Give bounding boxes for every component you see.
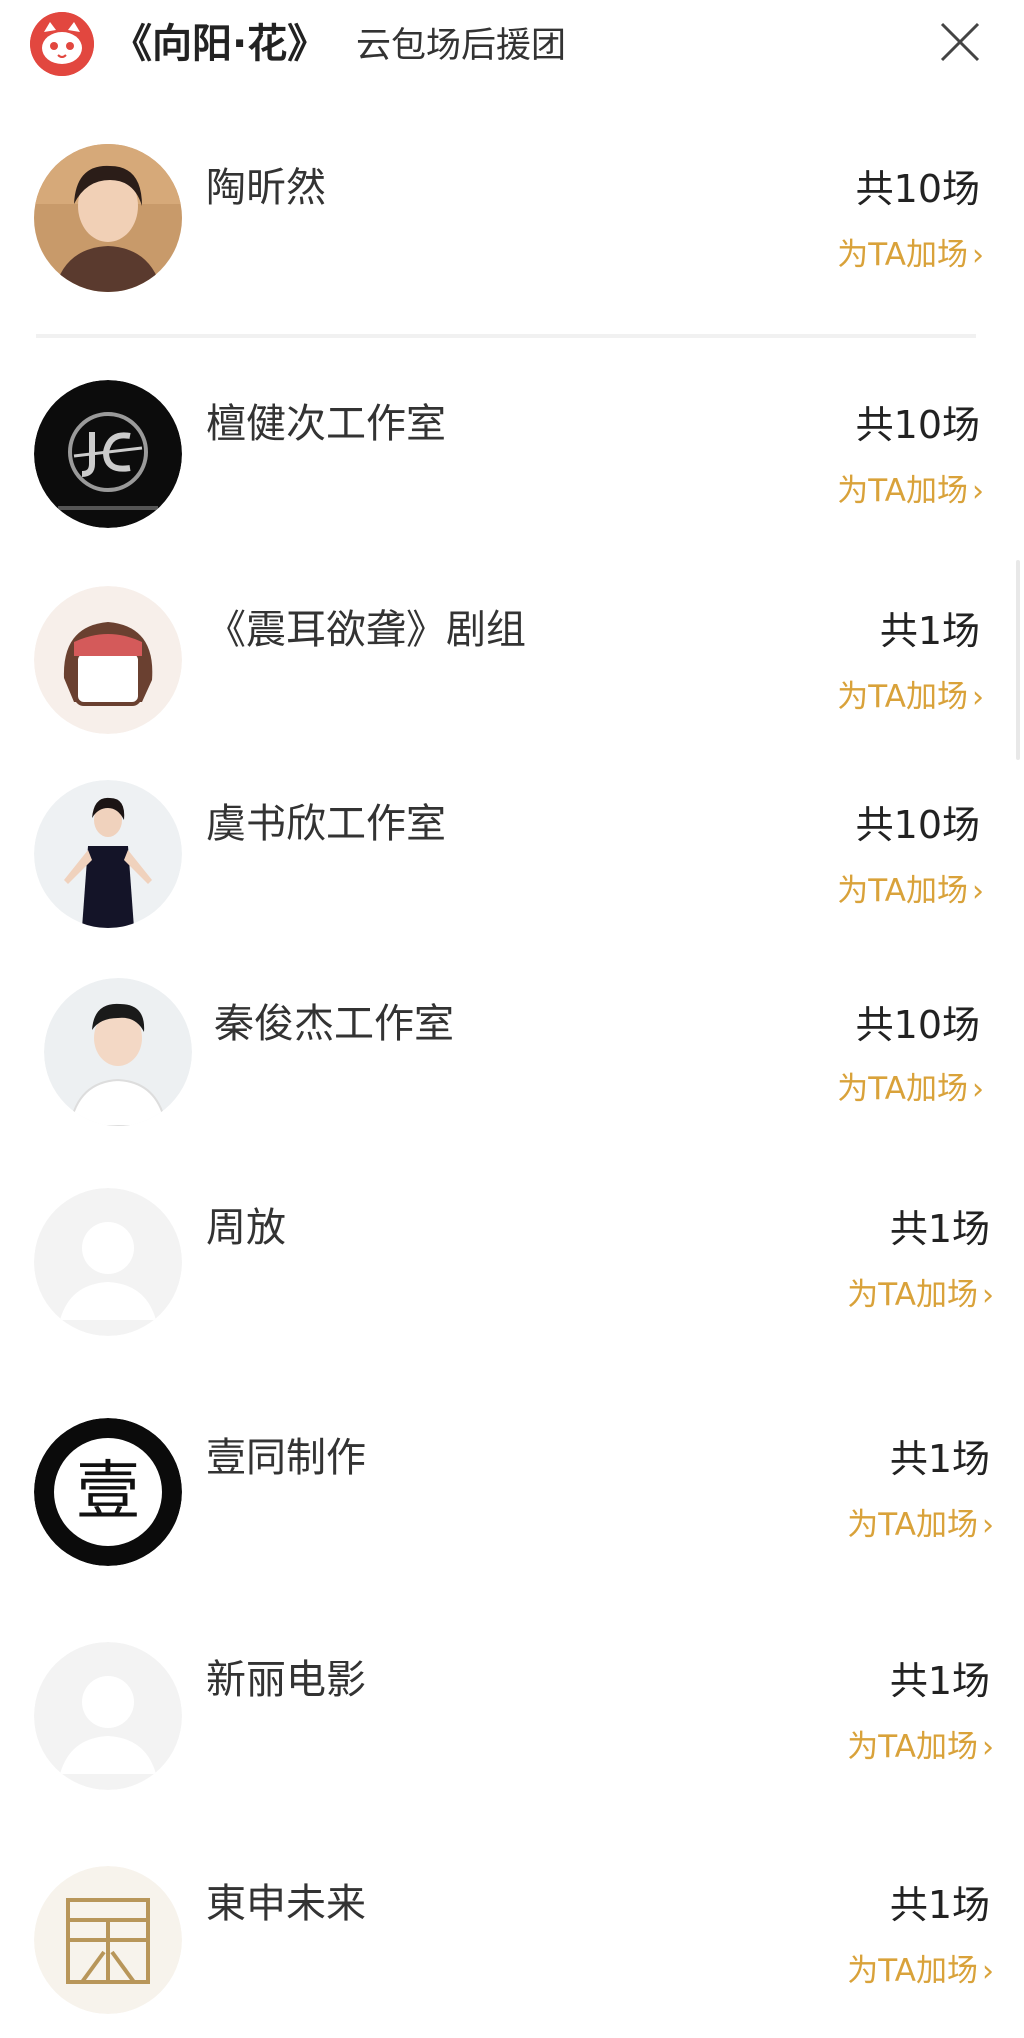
list-item[interactable]: 壹 壹同制作 共1场 为TA加场 › bbox=[0, 1410, 1024, 1590]
list-item[interactable]: 陶昕然 共10场 为TA加场 › bbox=[0, 130, 1024, 310]
session-count: 共10场 bbox=[855, 403, 980, 447]
supporter-name: 壹同制作 bbox=[206, 1435, 366, 1481]
add-session-label: 为TA加场 bbox=[847, 1277, 978, 1313]
supporter-name: 陶昕然 bbox=[206, 165, 326, 211]
session-count: 共10场 bbox=[855, 1003, 980, 1047]
list-item[interactable]: 秦俊杰工作室 共10场 为TA加场 › bbox=[0, 970, 1024, 1150]
session-count: 共1场 bbox=[889, 1207, 990, 1251]
default-avatar-icon bbox=[34, 1642, 182, 1790]
session-count: 共1场 bbox=[889, 1659, 990, 1703]
add-session-label: 为TA加场 bbox=[847, 1729, 978, 1765]
dongshen-logo-icon bbox=[34, 1866, 182, 2014]
session-count: 共1场 bbox=[879, 609, 980, 653]
session-count: 共10场 bbox=[855, 167, 980, 211]
list-item[interactable]: 《震耳欲聋》剧组 共1场 为TA加场 › bbox=[0, 572, 1024, 752]
chevron-right-icon: › bbox=[982, 1278, 994, 1313]
supporter-name: 周放 bbox=[206, 1205, 286, 1251]
chevron-right-icon: › bbox=[972, 1072, 984, 1107]
yi-logo-char: 壹 bbox=[76, 1455, 140, 1529]
chevron-right-icon: › bbox=[972, 874, 984, 909]
list-item[interactable]: 虞书欣工作室 共10场 为TA加场 › bbox=[0, 766, 1024, 946]
add-session-label: 为TA加场 bbox=[837, 473, 968, 509]
page-title: 《向阳·花》 bbox=[112, 21, 328, 67]
add-session-link[interactable]: 为TA加场 › bbox=[837, 232, 984, 279]
avatar bbox=[34, 380, 182, 528]
chevron-right-icon: › bbox=[982, 1508, 994, 1543]
add-session-label: 为TA加场 bbox=[837, 679, 968, 715]
add-session-link[interactable]: 为TA加场 › bbox=[847, 1272, 994, 1319]
page-subtitle: 云包场后援团 bbox=[356, 26, 567, 66]
list-item[interactable]: 新丽电影 共1场 为TA加场 › bbox=[0, 1634, 1024, 1814]
list-item[interactable]: 周放 共1场 为TA加场 › bbox=[0, 1180, 1024, 1360]
chevron-right-icon: › bbox=[982, 1730, 994, 1765]
add-session-link[interactable]: 为TA加场 › bbox=[837, 868, 984, 915]
avatar bbox=[34, 144, 182, 292]
supporter-name: 東申未来 bbox=[206, 1881, 366, 1927]
supporter-name: 秦俊杰工作室 bbox=[214, 1001, 454, 1047]
chevron-right-icon: › bbox=[972, 474, 984, 509]
avatar: 壹 bbox=[34, 1418, 182, 1566]
supporter-name: 虞书欣工作室 bbox=[206, 801, 446, 847]
avatar bbox=[34, 780, 182, 928]
cat-logo-icon bbox=[30, 12, 94, 76]
add-session-label: 为TA加场 bbox=[837, 873, 968, 909]
header-bar: 《向阳·花》 云包场后援团 bbox=[0, 0, 1024, 96]
add-session-link[interactable]: 为TA加场 › bbox=[847, 1502, 994, 1549]
chevron-right-icon: › bbox=[972, 238, 984, 273]
add-session-link[interactable]: 为TA加场 › bbox=[837, 674, 984, 721]
add-session-label: 为TA加场 bbox=[847, 1507, 978, 1543]
chevron-right-icon: › bbox=[982, 1954, 994, 1989]
chevron-right-icon: › bbox=[972, 680, 984, 715]
default-avatar-icon bbox=[34, 1188, 182, 1336]
add-session-link[interactable]: 为TA加场 › bbox=[847, 1724, 994, 1771]
add-session-label: 为TA加场 bbox=[837, 1071, 968, 1107]
list-item[interactable]: 檀健次工作室 共10场 为TA加场 › bbox=[0, 366, 1024, 546]
section-divider bbox=[36, 334, 976, 338]
add-session-link[interactable]: 为TA加场 › bbox=[837, 468, 984, 515]
avatar bbox=[34, 586, 182, 734]
supporter-name: 《震耳欲聋》剧组 bbox=[206, 607, 526, 653]
session-count: 共1场 bbox=[889, 1883, 990, 1927]
list-item[interactable]: 東申未来 共1场 为TA加场 › bbox=[0, 1858, 1024, 2038]
close-icon[interactable] bbox=[932, 14, 988, 70]
avatar bbox=[44, 978, 192, 1126]
add-session-link[interactable]: 为TA加场 › bbox=[847, 1948, 994, 1995]
supporter-name: 檀健次工作室 bbox=[206, 401, 446, 447]
add-session-label: 为TA加场 bbox=[837, 237, 968, 273]
add-session-label: 为TA加场 bbox=[847, 1953, 978, 1989]
session-count: 共10场 bbox=[855, 803, 980, 847]
add-session-link[interactable]: 为TA加场 › bbox=[837, 1066, 984, 1113]
supporter-name: 新丽电影 bbox=[206, 1657, 366, 1703]
session-count: 共1场 bbox=[889, 1437, 990, 1481]
